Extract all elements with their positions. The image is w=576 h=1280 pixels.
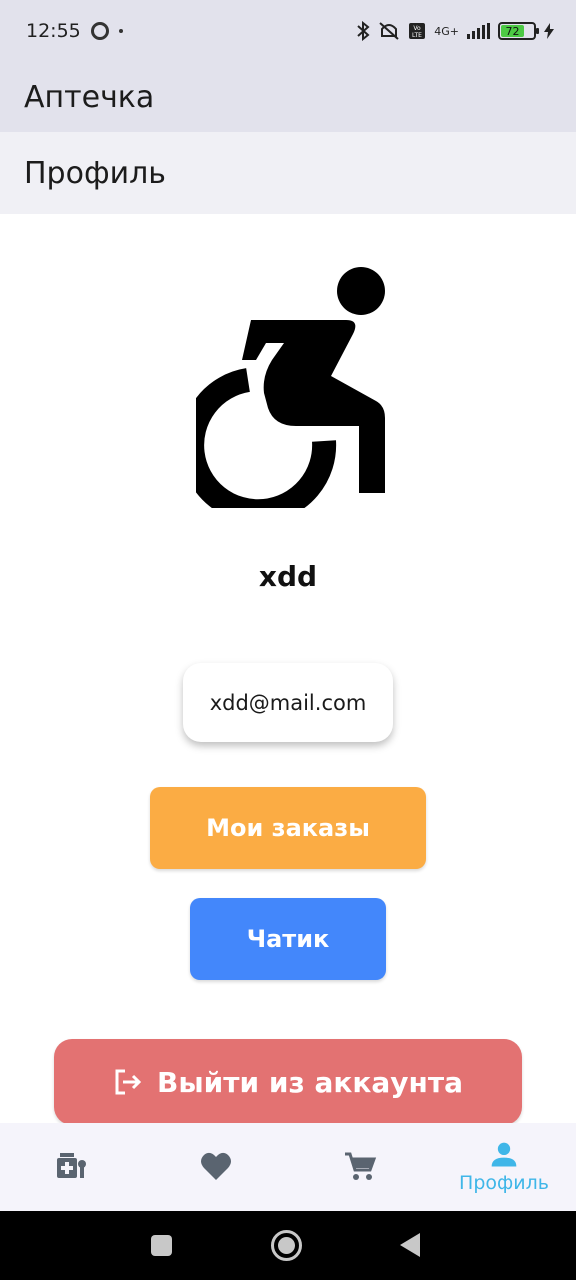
status-bar: 12:55 Vo LTE 4G+ 72 xyxy=(0,0,576,62)
logout-label: Выйти из аккаунта xyxy=(156,1065,464,1099)
person-icon xyxy=(491,1142,517,1167)
wheelchair-icon xyxy=(196,267,385,508)
app-bar: Аптечка xyxy=(0,62,576,132)
cart-icon xyxy=(345,1152,377,1180)
heart-icon xyxy=(201,1152,231,1180)
email-chip: xdd@mail.com xyxy=(183,663,393,742)
system-navigation-bar xyxy=(0,1211,576,1280)
app-title: Аптечка xyxy=(24,79,155,115)
battery-icon: 72 xyxy=(498,22,539,40)
status-right: Vo LTE 4G+ 72 xyxy=(356,21,554,41)
username: xdd xyxy=(258,560,318,593)
status-time: 12:55 xyxy=(26,20,81,42)
home-icon[interactable] xyxy=(271,1230,302,1261)
volte-icon: VoLTE xyxy=(409,23,426,39)
battery-level: 72 xyxy=(501,25,525,38)
nav-item-cart[interactable] xyxy=(288,1123,432,1211)
signal-icon xyxy=(467,23,490,39)
settings-gear-icon xyxy=(90,22,109,40)
page-header: Профиль xyxy=(0,132,576,214)
svg-text:LTE: LTE xyxy=(412,32,422,39)
notification-dot-icon xyxy=(118,29,123,33)
nav-item-favorites[interactable] xyxy=(144,1123,288,1211)
logout-icon xyxy=(115,1069,142,1095)
page-title: Профиль xyxy=(24,155,166,191)
svg-text:Vo: Vo xyxy=(414,25,422,32)
nav-label-profile: Профиль xyxy=(459,1172,549,1194)
home-icon-inner xyxy=(278,1237,295,1254)
nav-item-profile[interactable]: Профиль xyxy=(432,1123,576,1211)
recent-apps-icon[interactable] xyxy=(151,1235,172,1256)
bottom-navigation: Профиль xyxy=(0,1123,576,1211)
nav-item-pharmacy[interactable] xyxy=(0,1123,144,1211)
status-left: 12:55 xyxy=(26,20,123,42)
charging-icon xyxy=(544,23,554,39)
my-orders-button[interactable]: Мои заказы xyxy=(150,787,426,869)
network-type: 4G+ xyxy=(434,24,459,38)
mute-icon xyxy=(379,22,399,40)
back-icon[interactable] xyxy=(400,1233,420,1257)
logout-button[interactable]: Выйти из аккаунта xyxy=(54,1039,522,1125)
chat-button[interactable]: Чатик xyxy=(190,898,386,980)
bluetooth-icon xyxy=(357,21,370,41)
medical-services-icon xyxy=(57,1153,86,1178)
